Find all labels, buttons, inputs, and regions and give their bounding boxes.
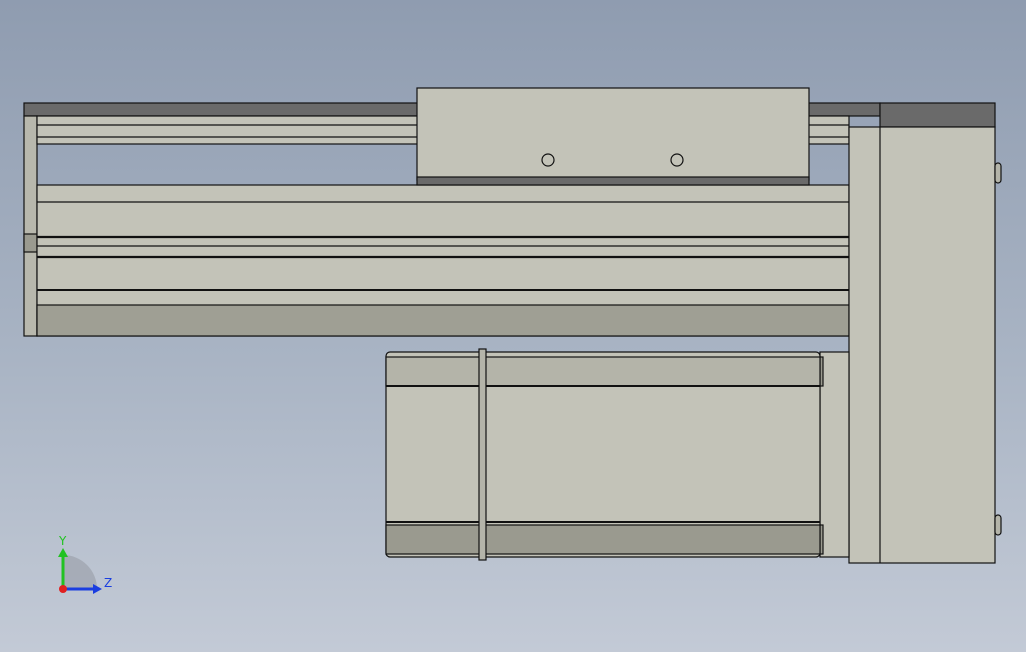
- carriage-block: [416, 87, 810, 181]
- x-axis-dot: [59, 585, 67, 593]
- housing-knob-top: [994, 162, 1002, 184]
- carriage-base: [416, 176, 810, 186]
- carriage-bolt-hole: [541, 153, 555, 167]
- right-housing: [848, 126, 996, 564]
- actuator-assembly: [23, 87, 1002, 564]
- motor-bottom-band: [385, 524, 821, 555]
- carriage-bolt-hole: [670, 153, 684, 167]
- y-axis-label: Y: [58, 534, 67, 548]
- z-axis-arrowhead: [93, 584, 102, 594]
- triad-shading: [63, 555, 97, 589]
- left-end-cap: [23, 115, 38, 337]
- z-axis-label: Z: [104, 576, 112, 590]
- coordinate-triad: Y Z: [58, 534, 112, 594]
- y-axis-arrowhead: [58, 548, 68, 557]
- motor-strap: [478, 348, 487, 561]
- cad-viewport[interactable]: Y Z: [0, 0, 1026, 652]
- right-housing-top: [879, 102, 996, 128]
- motor-top-band: [385, 356, 821, 387]
- body-lower-band: [36, 304, 850, 337]
- left-end-cap-notch: [23, 233, 38, 253]
- motor-flange: [819, 351, 850, 558]
- housing-knob-bottom: [994, 514, 1002, 536]
